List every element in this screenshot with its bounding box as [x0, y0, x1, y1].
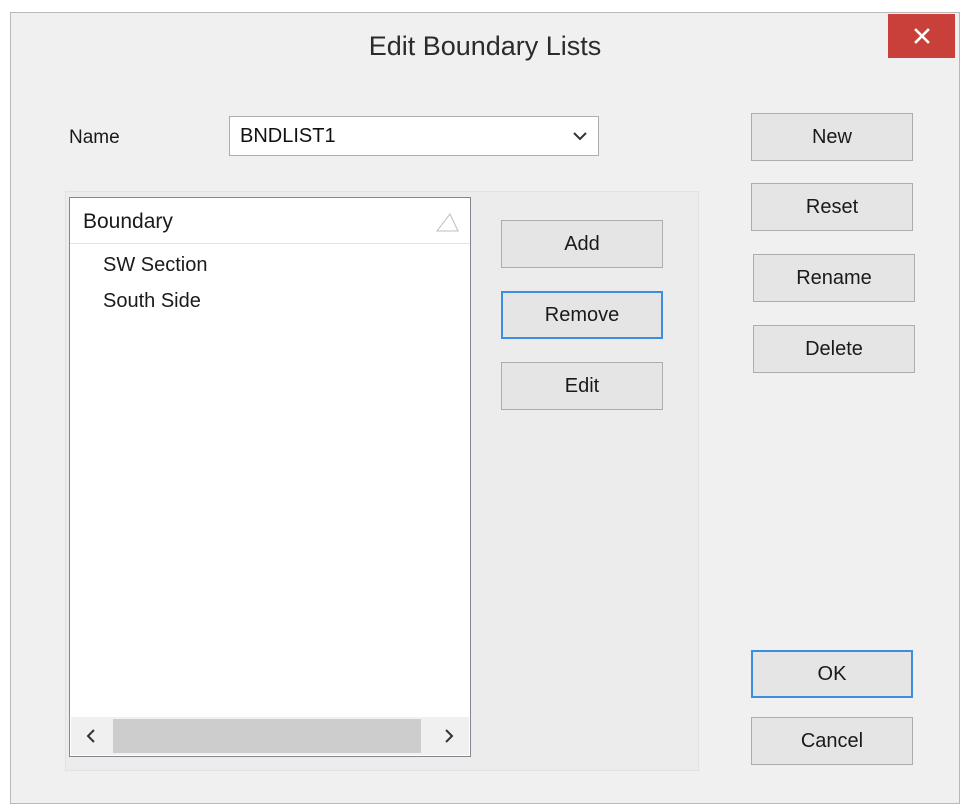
- new-button[interactable]: New: [751, 113, 913, 161]
- cancel-button[interactable]: Cancel: [751, 717, 913, 765]
- horizontal-scrollbar[interactable]: [71, 717, 469, 755]
- remove-button[interactable]: Remove: [501, 291, 663, 339]
- close-icon: [913, 28, 930, 44]
- chevron-right-icon: [445, 729, 454, 743]
- boundary-column-label: Boundary: [83, 210, 173, 233]
- scroll-right-button[interactable]: [429, 717, 469, 755]
- sort-ascending-icon: [434, 212, 460, 237]
- edit-boundary-lists-dialog: Edit Boundary Lists Name BNDLIST1 Bounda…: [10, 12, 960, 804]
- add-button[interactable]: Add: [501, 220, 663, 268]
- boundary-column-header[interactable]: Boundary: [70, 198, 470, 244]
- close-button[interactable]: [888, 14, 955, 58]
- chevron-left-icon: [86, 729, 95, 743]
- reset-button[interactable]: Reset: [751, 183, 913, 231]
- title-bar: Edit Boundary Lists: [11, 13, 959, 83]
- ok-button[interactable]: OK: [751, 650, 913, 698]
- name-combobox[interactable]: BNDLIST1: [229, 116, 599, 156]
- boundary-listview[interactable]: Boundary SW Section South Side: [69, 197, 471, 757]
- delete-button[interactable]: Delete: [753, 325, 915, 373]
- rename-button[interactable]: Rename: [753, 254, 915, 302]
- scrollbar-thumb[interactable]: [113, 719, 421, 753]
- chevron-down-icon[interactable]: [572, 129, 588, 147]
- list-item[interactable]: SW Section: [103, 254, 207, 277]
- name-combobox-value: BNDLIST1: [240, 125, 336, 147]
- name-label: Name: [69, 127, 120, 148]
- list-item[interactable]: South Side: [103, 290, 201, 313]
- edit-button[interactable]: Edit: [501, 362, 663, 410]
- dialog-title: Edit Boundary Lists: [368, 31, 602, 61]
- scroll-left-button[interactable]: [71, 717, 111, 755]
